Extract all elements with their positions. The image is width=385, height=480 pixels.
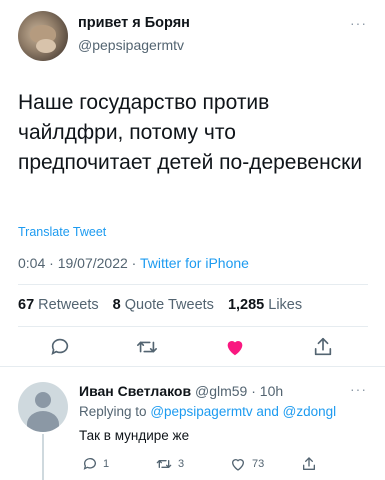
retweets-count: 67 bbox=[18, 297, 35, 313]
reply-retweet-button[interactable]: 3 bbox=[155, 455, 184, 473]
mention-link[interactable]: @pepsipagermtv bbox=[150, 404, 252, 419]
replying-to: Replying to @pepsipagermtv and @zdongl bbox=[79, 404, 336, 419]
reply-icon bbox=[83, 458, 96, 470]
tweet-date[interactable]: 19/07/2022 bbox=[58, 255, 128, 271]
share-icon bbox=[314, 337, 332, 356]
reply-actions: 1 3 73 bbox=[0, 455, 385, 473]
quotes-stat[interactable]: 8 Quote Tweets bbox=[113, 297, 214, 313]
like-count: 73 bbox=[252, 458, 265, 470]
reply-time[interactable]: 10h bbox=[260, 383, 283, 399]
tweet-actions bbox=[0, 334, 385, 360]
tweet-source[interactable]: Twitter for iPhone bbox=[140, 255, 249, 271]
reply-separator: · bbox=[251, 383, 256, 399]
meta-separator: · bbox=[131, 255, 137, 271]
default-avatar-body bbox=[27, 411, 59, 432]
author-avatar[interactable] bbox=[18, 11, 68, 61]
reply-reply-button[interactable]: 1 bbox=[82, 455, 109, 473]
heart-filled-icon bbox=[227, 341, 243, 356]
divider bbox=[18, 284, 368, 285]
tweet-meta: 0:04 · 19/07/2022 · Twitter for iPhone bbox=[18, 255, 249, 271]
divider bbox=[0, 366, 385, 367]
reply-icon bbox=[51, 338, 69, 355]
avatar-face-shape bbox=[36, 39, 56, 53]
likes-stat[interactable]: 1,285 Likes bbox=[228, 297, 302, 313]
more-options-icon[interactable]: ··· bbox=[350, 15, 367, 31]
reply-avatar[interactable] bbox=[18, 382, 68, 432]
reply-more-options-icon[interactable]: ··· bbox=[350, 381, 367, 397]
reply-tweet[interactable]: Иван Светлаков @glm59 · 10h ··· Replying… bbox=[0, 368, 385, 480]
tweet-text: Наше государство против чайлдфри, потому… bbox=[18, 91, 363, 174]
heart-outline-icon bbox=[231, 459, 245, 471]
reply-text: Так в мундире же bbox=[79, 428, 190, 443]
reply-like-button[interactable]: 73 bbox=[229, 455, 264, 473]
tweet-time[interactable]: 0:04 bbox=[18, 255, 45, 271]
retweet-icon bbox=[156, 460, 172, 468]
author-handle[interactable]: @pepsipagermtv bbox=[78, 37, 184, 53]
likes-label: Likes bbox=[268, 297, 303, 313]
default-avatar-head bbox=[35, 392, 51, 408]
meta-separator: · bbox=[49, 255, 54, 271]
retweets-label: Retweets bbox=[38, 297, 99, 313]
author-name[interactable]: привет я Борян bbox=[78, 15, 190, 31]
reply-count: 1 bbox=[103, 458, 110, 470]
mention-link[interactable]: @zdongl bbox=[283, 404, 337, 419]
replying-and: and bbox=[256, 404, 279, 419]
likes-count: 1,285 bbox=[227, 297, 265, 313]
share-button[interactable] bbox=[310, 334, 336, 360]
translate-tweet-link[interactable]: Translate Tweet bbox=[18, 225, 106, 239]
reply-author-handle[interactable]: @glm59 bbox=[195, 383, 247, 399]
divider bbox=[18, 326, 368, 327]
quotes-count: 8 bbox=[112, 297, 121, 313]
quotes-label: Quote Tweets bbox=[124, 297, 214, 313]
retweets-stat[interactable]: 67 Retweets bbox=[18, 297, 99, 313]
retweet-icon bbox=[137, 341, 157, 353]
retweet-count: 3 bbox=[178, 458, 185, 470]
tweet-stats: 67 Retweets 8 Quote Tweets 1,285 Likes bbox=[18, 297, 316, 313]
retweet-button[interactable] bbox=[134, 334, 160, 360]
reply-header: Иван Светлаков @glm59 · 10h bbox=[79, 383, 283, 399]
reply-share-button[interactable] bbox=[301, 455, 317, 473]
replying-prefix: Replying to bbox=[79, 404, 147, 419]
reply-author-name[interactable]: Иван Светлаков bbox=[79, 383, 191, 399]
reply-button[interactable] bbox=[47, 334, 73, 360]
like-button[interactable] bbox=[222, 334, 248, 360]
share-icon bbox=[303, 457, 315, 470]
